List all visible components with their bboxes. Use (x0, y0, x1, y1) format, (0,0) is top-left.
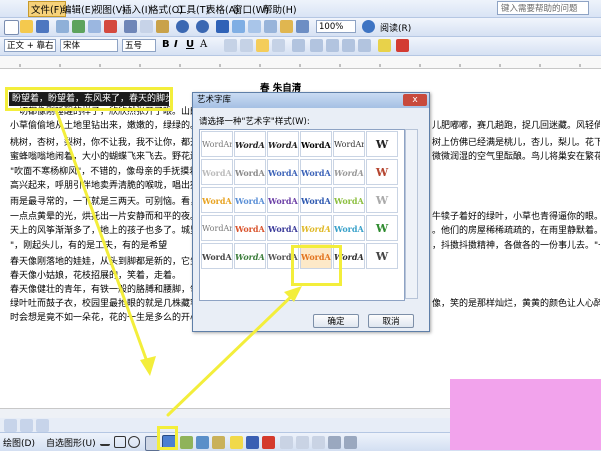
arrow-line (54, 108, 152, 372)
arrow-line (166, 288, 300, 417)
pink-overlay-block (450, 379, 601, 450)
arrow-head (140, 356, 156, 376)
